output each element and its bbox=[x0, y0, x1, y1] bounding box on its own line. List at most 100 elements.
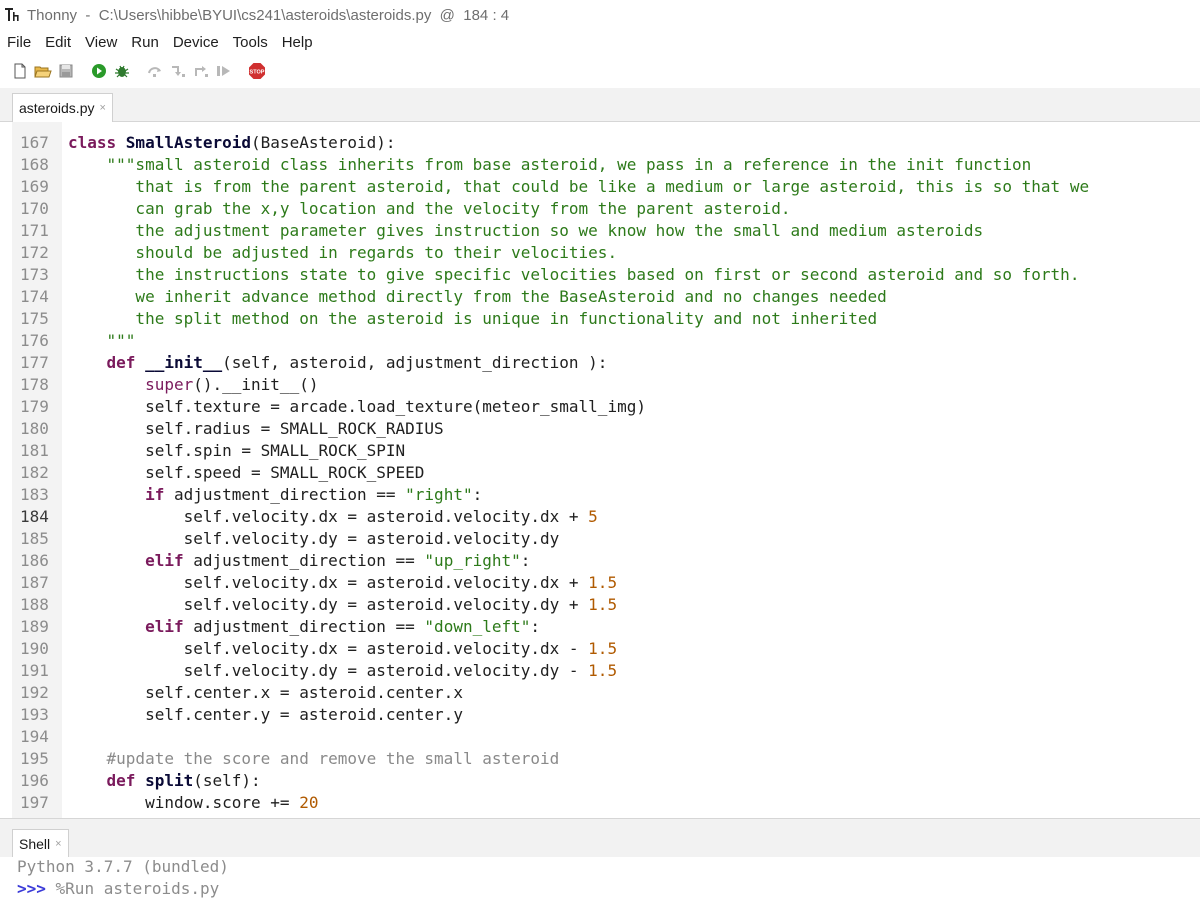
code-text: the instructions state to give specific … bbox=[62, 264, 1079, 286]
line-number: 181 bbox=[20, 441, 49, 460]
save-icon[interactable] bbox=[56, 60, 76, 82]
line-number: 186 bbox=[20, 551, 49, 570]
code-line[interactable]: 179 self.texture = arcade.load_texture(m… bbox=[12, 396, 1089, 418]
shell-panel[interactable]: Python 3.7.7 (bundled) >>> %Run asteroid… bbox=[0, 857, 1200, 920]
code-token: self.center.y = asteroid.center.y bbox=[68, 705, 463, 724]
code-line[interactable]: 193 self.center.y = asteroid.center.y bbox=[12, 704, 1089, 726]
code-text: can grab the x,y location and the veloci… bbox=[62, 198, 790, 220]
close-icon[interactable]: × bbox=[99, 102, 105, 114]
step-into-icon[interactable] bbox=[168, 60, 188, 82]
menu-view[interactable]: View bbox=[78, 34, 124, 51]
line-number: 182 bbox=[20, 463, 49, 482]
menu-edit[interactable]: Edit bbox=[38, 34, 78, 51]
code-line[interactable]: 178 super().__init__() bbox=[12, 374, 1089, 396]
code-line[interactable]: 184 self.velocity.dx = asteroid.velocity… bbox=[12, 506, 1089, 528]
step-over-icon[interactable] bbox=[145, 60, 165, 82]
menu-run[interactable]: Run bbox=[124, 34, 166, 51]
code-line[interactable]: 174 we inherit advance method directly f… bbox=[12, 286, 1089, 308]
code-line[interactable]: 172 should be adjusted in regards to the… bbox=[12, 242, 1089, 264]
code-line[interactable]: 192 self.center.x = asteroid.center.x bbox=[12, 682, 1089, 704]
code-editor[interactable]: 167 class SmallAsteroid(BaseAsteroid): 168… bbox=[12, 122, 1200, 818]
code-token: : bbox=[530, 617, 541, 636]
line-number: 179 bbox=[20, 397, 49, 416]
step-out-icon[interactable] bbox=[191, 60, 211, 82]
shell-command-line[interactable]: >>> %Run asteroids.py bbox=[17, 879, 219, 898]
open-file-icon[interactable] bbox=[33, 60, 53, 82]
code-line[interactable]: 176 """ bbox=[12, 330, 1089, 352]
code-line[interactable]: 170 can grab the x,y location and the ve… bbox=[12, 198, 1089, 220]
close-icon[interactable]: × bbox=[55, 838, 61, 850]
code-line[interactable]: 194 bbox=[12, 726, 1089, 748]
code-line[interactable]: 169 that is from the parent asteroid, th… bbox=[12, 176, 1089, 198]
code-line[interactable]: 181 self.spin = SMALL_ROCK_SPIN bbox=[12, 440, 1089, 462]
code-text: if adjustment_direction == "right": bbox=[62, 484, 482, 506]
code-token: adjustment_direction == bbox=[164, 485, 406, 504]
code-line[interactable]: 197 window.score += 20 bbox=[12, 792, 1089, 814]
code-token: : bbox=[472, 485, 483, 504]
code-token: split bbox=[145, 771, 194, 790]
code-line[interactable]: 175 the split method on the asteroid is … bbox=[12, 308, 1089, 330]
code-line[interactable]: 171 the adjustment parameter gives instr… bbox=[12, 220, 1089, 242]
code-line[interactable]: 167 class SmallAsteroid(BaseAsteroid): bbox=[12, 132, 1089, 154]
code-line[interactable]: 188 self.velocity.dy = asteroid.velocity… bbox=[12, 594, 1089, 616]
editor-tabbar: asteroids.py × bbox=[0, 88, 1200, 122]
code-token: self.center.x = asteroid.center.x bbox=[68, 683, 463, 702]
code-line[interactable]: 196 def split(self): bbox=[12, 770, 1089, 792]
code-text: self.velocity.dx = asteroid.velocity.dx … bbox=[62, 638, 617, 660]
stop-icon[interactable]: STOP bbox=[247, 60, 267, 82]
code-text: self.center.x = asteroid.center.x bbox=[62, 682, 463, 704]
tab-shell[interactable]: Shell × bbox=[12, 829, 69, 858]
code-line[interactable]: 186 elif adjustment_direction == "up_rig… bbox=[12, 550, 1089, 572]
line-number: 197 bbox=[20, 793, 49, 812]
menu-file[interactable]: File bbox=[0, 34, 38, 51]
code-token: 20 bbox=[299, 793, 319, 812]
run-icon[interactable] bbox=[89, 60, 109, 82]
line-number: 193 bbox=[20, 705, 49, 724]
code-line[interactable]: 180 self.radius = SMALL_ROCK_RADIUS bbox=[12, 418, 1089, 440]
code-text: #update the score and remove the small a… bbox=[62, 748, 560, 770]
code-token: """ bbox=[68, 331, 136, 350]
line-number: 170 bbox=[20, 199, 49, 218]
code-text: we inherit advance method directly from … bbox=[62, 286, 886, 308]
code-line[interactable]: 168 """small asteroid class inherits fro… bbox=[12, 154, 1089, 176]
code-token: "up_right" bbox=[424, 551, 521, 570]
code-line[interactable]: 189 elif adjustment_direction == "down_l… bbox=[12, 616, 1089, 638]
code-text: def split(self): bbox=[62, 770, 261, 792]
code-token: """small asteroid class inherits from ba… bbox=[106, 155, 1032, 174]
code-area[interactable]: 167 class SmallAsteroid(BaseAsteroid): 168… bbox=[12, 132, 1089, 814]
code-token: : bbox=[520, 551, 531, 570]
menu-tools[interactable]: Tools bbox=[226, 34, 275, 51]
code-token: 1.5 bbox=[588, 595, 618, 614]
line-number: 178 bbox=[20, 375, 49, 394]
code-line[interactable]: 173 the instructions state to give speci… bbox=[12, 264, 1089, 286]
code-text: elif adjustment_direction == "down_left"… bbox=[62, 616, 540, 638]
code-line[interactable]: 195 #update the score and remove the sma… bbox=[12, 748, 1089, 770]
code-line[interactable]: 183 if adjustment_direction == "right": bbox=[12, 484, 1089, 506]
new-file-icon[interactable] bbox=[10, 60, 30, 82]
code-token: can grab the x,y location and the veloci… bbox=[68, 199, 791, 218]
tab-asteroids-py[interactable]: asteroids.py × bbox=[12, 93, 113, 122]
menu-help[interactable]: Help bbox=[275, 34, 320, 51]
code-line[interactable]: 177 def __init__(self, asteroid, adjustm… bbox=[12, 352, 1089, 374]
code-text: class SmallAsteroid(BaseAsteroid): bbox=[62, 132, 396, 154]
code-token: 5 bbox=[588, 507, 598, 526]
code-text: self.velocity.dy = asteroid.velocity.dy … bbox=[62, 660, 617, 682]
code-token: 1.5 bbox=[588, 661, 618, 680]
line-number: 169 bbox=[20, 177, 49, 196]
code-line[interactable]: 191 self.velocity.dy = asteroid.velocity… bbox=[12, 660, 1089, 682]
code-line[interactable]: 187 self.velocity.dx = asteroid.velocity… bbox=[12, 572, 1089, 594]
code-token: the instructions state to give specific … bbox=[68, 265, 1080, 284]
resume-icon[interactable] bbox=[214, 60, 234, 82]
code-token: that is from the parent asteroid, that c… bbox=[68, 177, 1090, 196]
line-number: 184 bbox=[20, 507, 49, 526]
code-line[interactable]: 185 self.velocity.dy = asteroid.velocity… bbox=[12, 528, 1089, 550]
menu-device[interactable]: Device bbox=[166, 34, 226, 51]
code-line[interactable]: 182 self.speed = SMALL_ROCK_SPEED bbox=[12, 462, 1089, 484]
code-line[interactable]: 190 self.velocity.dx = asteroid.velocity… bbox=[12, 638, 1089, 660]
code-text: """ bbox=[62, 330, 136, 352]
debug-icon[interactable] bbox=[112, 60, 132, 82]
